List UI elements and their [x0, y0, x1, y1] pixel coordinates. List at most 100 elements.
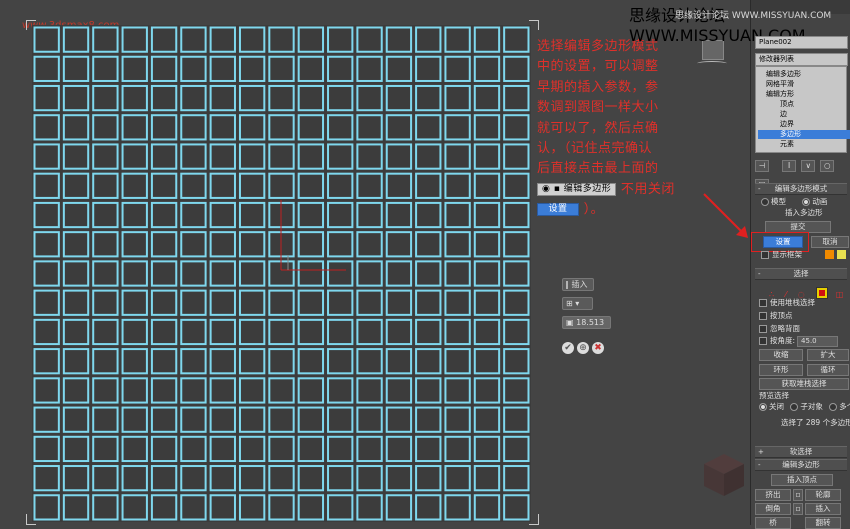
polygon-cell[interactable]	[297, 55, 325, 82]
polygon-cell[interactable]	[356, 494, 383, 521]
polygon-cell[interactable]	[121, 435, 148, 463]
polygon-cell[interactable]	[503, 260, 530, 287]
polygon-cell[interactable]	[415, 143, 442, 170]
ring-button[interactable]: 环形	[759, 364, 803, 376]
polygon-cell[interactable]	[180, 289, 207, 316]
polygon-cell[interactable]	[327, 494, 354, 521]
polygon-cell[interactable]	[297, 435, 325, 463]
polygon-cell[interactable]	[503, 143, 530, 170]
polygon-cell[interactable]	[473, 289, 501, 316]
polygon-cell[interactable]	[356, 348, 383, 375]
polygon-cell[interactable]	[150, 201, 178, 229]
polygon-cell[interactable]	[444, 231, 471, 258]
polygon-cell[interactable]	[180, 26, 207, 53]
polygon-cell[interactable]	[92, 260, 119, 287]
polygon-cell[interactable]	[33, 348, 60, 375]
polygon-cell[interactable]	[33, 260, 60, 287]
polygon-cell[interactable]	[121, 494, 148, 521]
polygon-cell[interactable]	[62, 172, 90, 199]
polygon-cell[interactable]	[33, 55, 60, 82]
polygon-cell[interactable]	[415, 201, 442, 229]
polygon-cell[interactable]	[209, 406, 236, 433]
cage-selected-swatch[interactable]	[837, 250, 846, 259]
polygon-cell[interactable]	[356, 318, 383, 346]
polygon-cell[interactable]	[473, 406, 501, 433]
polygon-cell[interactable]	[385, 231, 413, 258]
polygon-cell[interactable]	[209, 465, 236, 492]
bevel-settings-icon[interactable]: ▫	[793, 503, 803, 515]
polygon-cell[interactable]	[385, 26, 413, 53]
polygon-cell[interactable]	[473, 318, 501, 346]
polygon-cell[interactable]	[444, 435, 471, 463]
polygon-cell[interactable]	[268, 114, 295, 141]
polygon-cell[interactable]	[150, 55, 178, 82]
polygon-cell[interactable]	[327, 84, 354, 112]
polygon-cell[interactable]	[473, 201, 501, 229]
polygon-cell[interactable]	[385, 318, 413, 346]
polygon-cell[interactable]	[385, 172, 413, 199]
polygon-cell[interactable]	[356, 114, 383, 141]
polygon-cell[interactable]	[444, 406, 471, 433]
polygon-cell[interactable]	[209, 231, 236, 258]
polygon-cell[interactable]	[503, 435, 530, 463]
polygon-cell[interactable]	[503, 465, 530, 492]
polygon-cell[interactable]	[503, 231, 530, 258]
polygon-cell[interactable]	[444, 494, 471, 521]
polygon-cell[interactable]	[62, 289, 90, 316]
polygon-cell[interactable]	[238, 231, 266, 258]
polygon-cell[interactable]	[121, 406, 148, 433]
polygon-cell[interactable]	[180, 260, 207, 287]
polygon-cell[interactable]	[238, 494, 266, 521]
soft-selection-header[interactable]: + 软选择	[755, 446, 847, 458]
stack-item-selected[interactable]: 多边形	[758, 130, 850, 139]
polygon-cell[interactable]	[327, 26, 354, 53]
polygon-cell[interactable]	[92, 289, 119, 316]
polygon-cell[interactable]	[444, 172, 471, 199]
polygon-cell[interactable]	[415, 348, 442, 375]
polygon-cell[interactable]	[209, 201, 236, 229]
polygon-cell[interactable]	[209, 55, 236, 82]
polygon-cell[interactable]	[444, 114, 471, 141]
polygon-cell[interactable]	[297, 26, 325, 53]
polygon-cell[interactable]	[150, 26, 178, 53]
polygon-cell[interactable]	[62, 318, 90, 346]
polygon-cell[interactable]	[209, 114, 236, 141]
polygon-cell[interactable]	[327, 348, 354, 375]
polygon-cell[interactable]	[297, 406, 325, 433]
polygon-cell[interactable]	[385, 435, 413, 463]
polygon-mode-icon[interactable]	[815, 286, 828, 299]
polygon-cell[interactable]	[268, 494, 295, 521]
polygon-cell[interactable]	[356, 260, 383, 287]
polygon-cell[interactable]	[327, 406, 354, 433]
modifier-stack[interactable]: 编辑多边形 网格平滑 编辑方形 顶点 边 边界 多边形 元素	[755, 66, 850, 153]
polygon-cell[interactable]	[444, 318, 471, 346]
selection-header[interactable]: - 选择	[755, 268, 847, 280]
polygon-cell[interactable]	[92, 348, 119, 375]
by-vertex-checkbox[interactable]	[759, 312, 767, 320]
polygon-cell[interactable]	[327, 143, 354, 170]
polygon-cell[interactable]	[62, 201, 90, 229]
polygon-cell[interactable]	[268, 435, 295, 463]
polygon-cell[interactable]	[150, 172, 178, 199]
angle-field[interactable]: 45.0	[797, 336, 839, 347]
polygon-cell[interactable]	[444, 55, 471, 82]
polygon-cell[interactable]	[444, 465, 471, 492]
polygon-cell[interactable]	[33, 406, 60, 433]
polygon-cell[interactable]	[415, 260, 442, 287]
polygon-cell[interactable]	[385, 114, 413, 141]
make-unique-icon[interactable]: ∨	[801, 160, 816, 172]
polygon-cell[interactable]	[444, 84, 471, 112]
polygon-cell[interactable]	[444, 260, 471, 287]
polygon-cell[interactable]	[92, 377, 119, 404]
polygon-cell[interactable]	[238, 114, 266, 141]
stack-item[interactable]: 编辑方形	[766, 90, 794, 99]
polygon-cell[interactable]	[385, 406, 413, 433]
caddy-cancel-button[interactable]: ✖	[592, 342, 604, 354]
polygon-cell[interactable]	[473, 377, 501, 404]
polygon-cell[interactable]	[209, 377, 236, 404]
polygon-cell[interactable]	[356, 465, 383, 492]
polygon-cell[interactable]	[327, 55, 354, 82]
polygon-cell[interactable]	[180, 143, 207, 170]
polygon-cell[interactable]	[268, 172, 295, 199]
object-name-field[interactable]: Plane002	[755, 36, 848, 49]
